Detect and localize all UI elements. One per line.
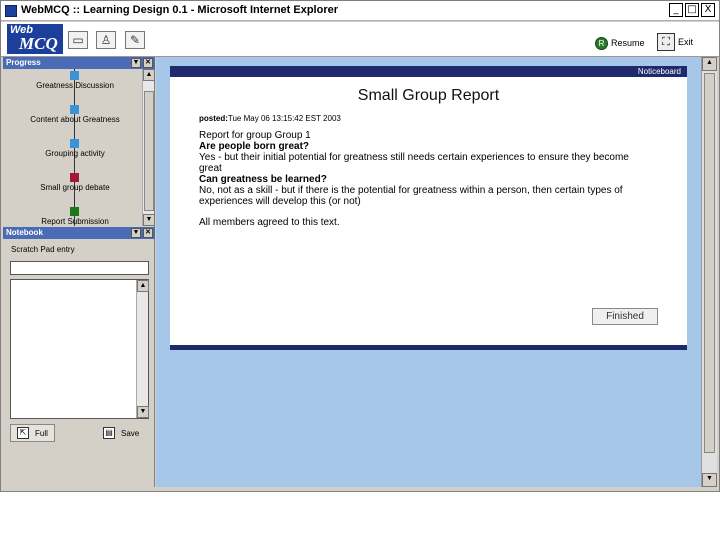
- close-button[interactable]: X: [701, 3, 715, 17]
- resume-icon: R: [595, 36, 608, 50]
- exit-label: Exit: [678, 37, 694, 47]
- noticeboard-card: Noticeboard Small Group Report posted:Tu…: [170, 66, 687, 350]
- posted-label: posted:: [199, 114, 228, 123]
- question-2: Can greatness be learned?: [199, 174, 327, 185]
- notebook-header: Notebook ▼ ✕: [3, 227, 155, 239]
- left-panel: Progress ▼ ✕ Greatness Discussion Conten…: [3, 57, 155, 487]
- progress-label-5[interactable]: Report Submission: [3, 217, 143, 226]
- posted-line: posted:Tue May 06 13:15:42 EST 2003: [199, 113, 639, 124]
- main-content: Noticeboard Small Group Report posted:Tu…: [156, 57, 701, 487]
- noticeboard-label: Noticeboard: [637, 67, 681, 76]
- noticeboard-bar: Noticeboard: [170, 66, 687, 77]
- chevron-down-icon[interactable]: ▼: [131, 228, 141, 238]
- progress-map: Greatness Discussion Content about Great…: [3, 69, 143, 226]
- exit-button[interactable]: ⛶ Exit: [657, 32, 693, 52]
- progress-header: Progress ▼ ✕: [3, 57, 155, 69]
- browser-window: WebMCQ :: Learning Design 0.1 - Microsof…: [0, 0, 720, 492]
- progress-node-3[interactable]: [70, 139, 79, 148]
- progress-node-1[interactable]: [70, 71, 79, 80]
- maximize-button[interactable]: □: [685, 3, 699, 17]
- scratch-text-area[interactable]: [10, 279, 149, 419]
- floppy-disk-icon: ▤: [103, 427, 115, 439]
- close-icon[interactable]: ✕: [143, 58, 153, 68]
- scratch-title-input[interactable]: [10, 261, 149, 275]
- main-scrollbar[interactable]: ▲ ▼: [701, 57, 717, 487]
- full-button[interactable]: ⇱ Full: [10, 424, 55, 442]
- report-intro: Report for group Group 1: [199, 130, 311, 141]
- person-icon[interactable]: ♙: [96, 31, 116, 49]
- app-toolbar: Web MCQ ▭ ♙ ✎ R Resume ⛶ Exit: [1, 22, 719, 57]
- window-title: WebMCQ :: Learning Design 0.1 - Microsof…: [21, 4, 339, 16]
- save-button[interactable]: ▤ Save: [97, 424, 145, 442]
- scroll-down-icon[interactable]: ▼: [702, 473, 717, 487]
- scroll-up-icon[interactable]: ▲: [702, 57, 717, 71]
- progress-label-1[interactable]: Greatness Discussion: [3, 81, 143, 90]
- progress-node-4[interactable]: [70, 173, 79, 182]
- minimize-button[interactable]: _: [669, 3, 683, 17]
- folder-icon[interactable]: ▭: [68, 31, 88, 49]
- noticeboard-bottom-bar: [170, 345, 687, 350]
- scroll-down-icon[interactable]: ▼: [143, 214, 155, 226]
- progress-node-2[interactable]: [70, 105, 79, 114]
- posted-date: Tue May 06 13:15:42 EST 2003: [227, 114, 341, 123]
- answer-1: Yes - but their initial potential for gr…: [199, 152, 629, 174]
- report-body: posted:Tue May 06 13:15:42 EST 2003 Repo…: [199, 113, 639, 228]
- progress-node-5[interactable]: [70, 207, 79, 216]
- progress-label-4[interactable]: Small group debate: [3, 183, 143, 192]
- scroll-down-icon[interactable]: ▼: [137, 406, 149, 418]
- app-icon: [5, 5, 17, 17]
- scratch-pad-title: Scratch Pad entry: [11, 245, 75, 254]
- notebook-title: Notebook: [6, 228, 43, 237]
- logo-mcq-text: MCQ: [19, 34, 58, 53]
- progress-scrollbar[interactable]: ▲ ▼: [142, 69, 155, 226]
- progress-title: Progress: [6, 58, 41, 67]
- finished-button[interactable]: Finished: [592, 308, 658, 325]
- notebook-scrollbar[interactable]: ▲ ▼: [136, 280, 149, 418]
- main-scroll-thumb[interactable]: [704, 73, 715, 453]
- title-bar: WebMCQ :: Learning Design 0.1 - Microsof…: [1, 1, 719, 21]
- scroll-thumb[interactable]: [144, 91, 154, 211]
- agreement-text: All members agreed to this text.: [199, 217, 340, 228]
- exit-door-icon: ⛶: [657, 33, 675, 51]
- chevron-down-icon[interactable]: ▼: [131, 58, 141, 68]
- answer-2: No, not as a skill - but if there is the…: [199, 185, 623, 207]
- full-label: Full: [35, 428, 48, 438]
- resume-button[interactable]: R Resume: [595, 33, 645, 53]
- progress-label-3[interactable]: Grouping activity: [3, 149, 143, 158]
- save-label: Save: [121, 428, 140, 438]
- resume-label: Resume: [611, 38, 645, 48]
- scroll-up-icon[interactable]: ▲: [137, 280, 149, 292]
- report-title: Small Group Report: [357, 87, 500, 104]
- expand-icon: ⇱: [17, 427, 29, 439]
- webmcq-logo: Web MCQ: [7, 24, 63, 54]
- pencil-icon[interactable]: ✎: [125, 31, 145, 49]
- progress-label-2[interactable]: Content about Greatness: [3, 115, 143, 124]
- question-1: Are people born great?: [199, 141, 310, 152]
- scroll-up-icon[interactable]: ▲: [143, 69, 155, 81]
- close-icon[interactable]: ✕: [143, 228, 153, 238]
